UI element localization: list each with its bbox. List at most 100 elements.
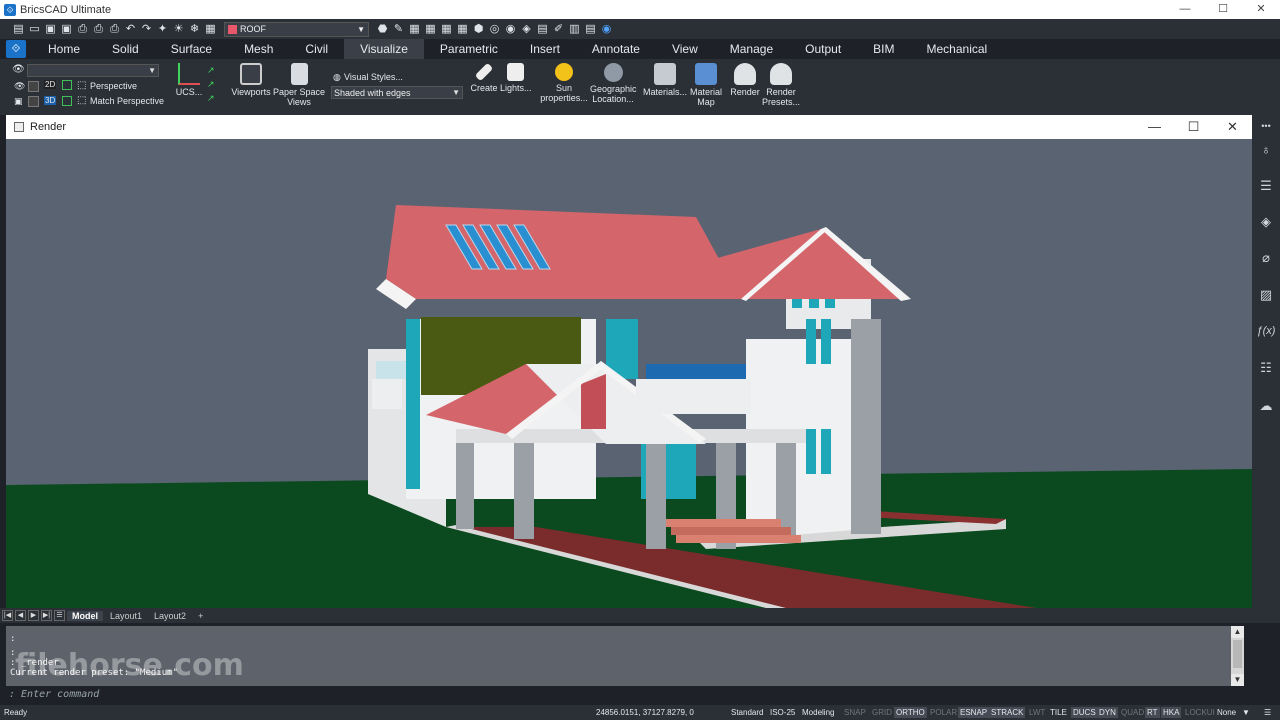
tab-layout2[interactable]: Layout2: [149, 611, 191, 621]
command-history-scrollbar[interactable]: ▲ ▼: [1231, 626, 1244, 686]
view-2d-icon[interactable]: [28, 81, 39, 92]
checkbox-icon[interactable]: [62, 80, 72, 90]
tab-annotate[interactable]: Annotate: [576, 39, 656, 59]
close-button[interactable]: ✕: [1242, 0, 1280, 19]
status-tile[interactable]: TILE: [1048, 707, 1069, 718]
layer-freeze-icon[interactable]: ❄: [188, 23, 201, 36]
layer-match-icon[interactable]: ⬣: [376, 23, 389, 36]
status-ortho[interactable]: ORTHO: [894, 707, 927, 718]
perspective-label[interactable]: Perspective: [90, 81, 137, 91]
calculator-icon[interactable]: ▤: [584, 23, 597, 36]
command-input[interactable]: : Enter command: [6, 688, 1244, 702]
view-3d-badge-icon[interactable]: 3D: [44, 96, 57, 105]
view-2d-badge-icon[interactable]: 2D: [44, 80, 57, 89]
function-icon[interactable]: ƒ(x): [1256, 321, 1276, 341]
layer-lock-icon[interactable]: ▦: [204, 23, 217, 36]
tab-mechanical[interactable]: Mechanical: [911, 39, 1004, 59]
create-light-button[interactable]: Create: [470, 62, 498, 93]
status-lockui[interactable]: LOCKUI: [1183, 707, 1217, 718]
status-polar[interactable]: POLAR: [928, 707, 959, 718]
table-icon[interactable]: ▥: [568, 23, 581, 36]
grid3-icon[interactable]: ▦: [440, 23, 453, 36]
match-perspective-label[interactable]: Match Perspective: [90, 96, 164, 106]
status-hka[interactable]: HKA: [1161, 707, 1182, 718]
lightbulb-icon[interactable]: ♁: [1256, 140, 1276, 160]
status-selection-mode[interactable]: None: [1215, 707, 1238, 718]
scrollbar-thumb[interactable]: [1233, 640, 1242, 668]
paper-space-views-button[interactable]: Paper Space Views: [272, 63, 326, 107]
tab-surface[interactable]: Surface: [155, 39, 228, 59]
save-icon[interactable]: ▣: [44, 23, 57, 36]
visual-styles-button[interactable]: Visual Styles...: [344, 72, 403, 82]
render-presets-button[interactable]: Render Presets...: [760, 63, 802, 107]
render-window-title-bar[interactable]: Render — ☐ ✕: [6, 115, 1252, 139]
sun-properties-button[interactable]: Sun properties...: [538, 63, 590, 103]
render-cube-icon[interactable]: ◈: [520, 23, 533, 36]
redo-icon[interactable]: ↷: [140, 23, 153, 36]
ucs-axis-icon[interactable]: ↗: [207, 79, 215, 90]
tab-layout1[interactable]: Layout1: [105, 611, 147, 621]
tab-mesh[interactable]: Mesh: [228, 39, 289, 59]
tab-bim[interactable]: BIM: [857, 39, 910, 59]
first-layout-icon[interactable]: |◀: [2, 610, 13, 621]
grid4-icon[interactable]: ▦: [456, 23, 469, 36]
tab-manage[interactable]: Manage: [714, 39, 789, 59]
status-strack[interactable]: STRACK: [989, 707, 1026, 718]
tab-model[interactable]: Model: [67, 610, 103, 621]
status-rt[interactable]: RT: [1145, 707, 1160, 718]
cloud-icon[interactable]: ☁: [1256, 396, 1276, 416]
brush-icon[interactable]: ✐: [552, 23, 565, 36]
status-menu-icon[interactable]: ☰: [1262, 707, 1273, 718]
render-maximize-button[interactable]: ☐: [1174, 115, 1213, 139]
status-dyn[interactable]: DYN: [1097, 707, 1118, 718]
open-file-icon[interactable]: ▭: [28, 23, 41, 36]
status-lwt[interactable]: LWT: [1027, 707, 1047, 718]
scroll-down-icon[interactable]: ▼: [1231, 674, 1244, 686]
scroll-up-icon[interactable]: ▲: [1231, 626, 1244, 638]
viewports-button[interactable]: Viewports: [230, 63, 272, 97]
camera-icon[interactable]: ▣: [14, 96, 23, 107]
lights-button[interactable]: Lights...: [500, 63, 532, 93]
undo-icon[interactable]: ↶: [124, 23, 137, 36]
minimize-button[interactable]: —: [1166, 0, 1204, 19]
ucs-axis-icon[interactable]: ↗: [207, 65, 215, 76]
geographic-location-button[interactable]: Geographic Location...: [590, 63, 637, 104]
pencil-icon[interactable]: ✎: [392, 23, 405, 36]
tab-visualize[interactable]: Visualize: [344, 39, 424, 59]
ucs-button[interactable]: UCS...: [174, 63, 204, 97]
status-snap[interactable]: SNAP: [842, 707, 868, 718]
grid2-icon[interactable]: ▦: [424, 23, 437, 36]
view-dropdown[interactable]: ▼: [27, 64, 159, 77]
tab-civil[interactable]: Civil: [289, 39, 344, 59]
attachment-icon[interactable]: ⌀: [1256, 248, 1276, 268]
status-esnap[interactable]: ESNAP: [958, 707, 990, 718]
view-icon[interactable]: ◉: [504, 23, 517, 36]
add-layout-button[interactable]: +: [193, 611, 208, 621]
render-close-button[interactable]: ✕: [1213, 115, 1252, 139]
save-as-icon[interactable]: ▣: [60, 23, 73, 36]
eye-icon[interactable]: 👁: [14, 81, 25, 92]
render-button[interactable]: Render: [729, 63, 761, 97]
structure-tree-icon[interactable]: ☷: [1256, 358, 1276, 378]
plot-icon[interactable]: ⎙: [76, 23, 89, 36]
last-layout-icon[interactable]: ▶|: [41, 610, 52, 621]
hatch-icon[interactable]: ▨: [1256, 285, 1276, 305]
previous-layout-icon[interactable]: ◀: [15, 610, 26, 621]
application-menu-button[interactable]: ⟐: [6, 40, 26, 58]
sliders-icon[interactable]: ☰: [1256, 176, 1276, 196]
tab-home[interactable]: Home: [32, 39, 96, 59]
next-layout-icon[interactable]: ▶: [28, 610, 39, 621]
maximize-button[interactable]: ☐: [1204, 0, 1242, 19]
print-icon[interactable]: ⎙: [92, 23, 105, 36]
materials-button[interactable]: Materials...: [642, 63, 688, 97]
orbit-icon[interactable]: ◎: [488, 23, 501, 36]
cube-icon[interactable]: ⬢: [472, 23, 485, 36]
status-dim-style[interactable]: ISO-25: [768, 707, 797, 718]
status-grid[interactable]: GRID: [870, 707, 894, 718]
material-map-button[interactable]: Material Map: [688, 63, 724, 107]
status-customize-icon[interactable]: ▼: [1240, 707, 1252, 718]
print-preview-icon[interactable]: ⎙: [108, 23, 121, 36]
ucs-axis-icon[interactable]: ↗: [207, 93, 215, 104]
lightbulb-icon[interactable]: ✦: [156, 23, 169, 36]
grid-icon[interactable]: ▦: [408, 23, 421, 36]
